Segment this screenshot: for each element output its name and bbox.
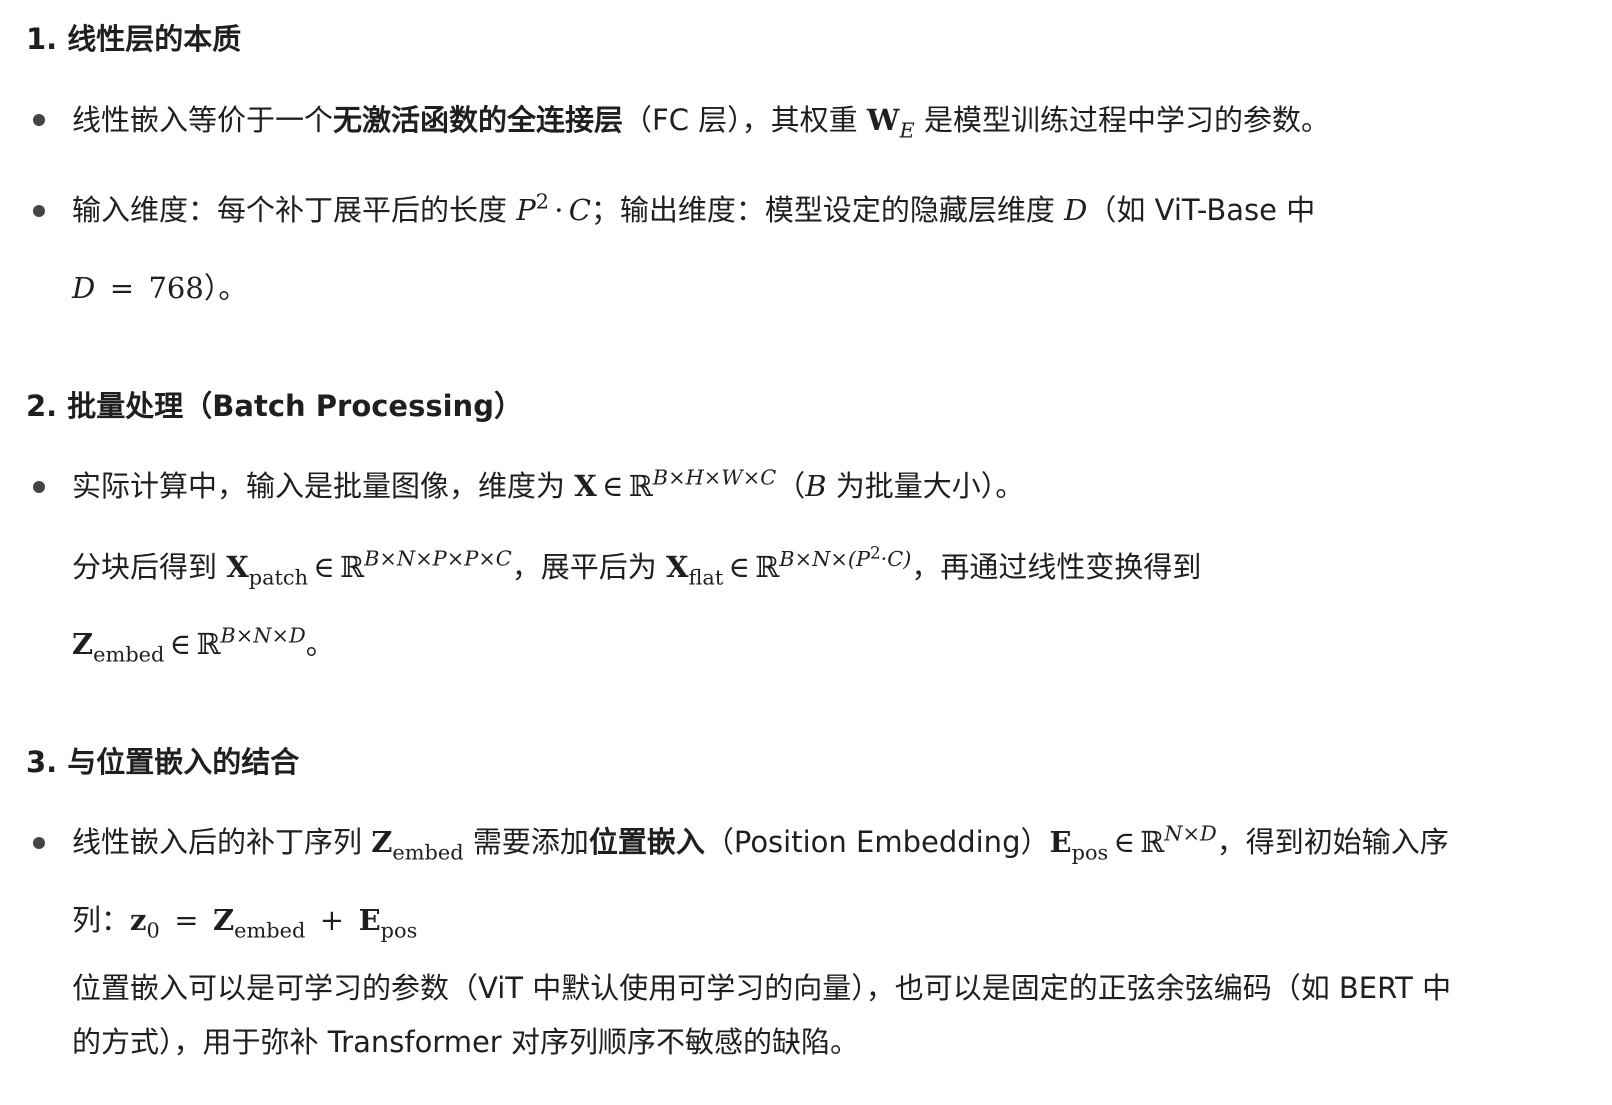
text: （FC 层），其权重 (623, 103, 867, 137)
section-2-heading: 2. 批量处理（Batch Processing） (26, 389, 523, 423)
math-batch-input: X ∈ ℝB×H×W×C (574, 465, 777, 503)
math-weight: WE (866, 103, 915, 143)
math-e-pos: Epos ∈ ℝN×D (1049, 821, 1217, 865)
section-1-bullet-2: 输入维度：每个补丁展平后的长度 P2 · C；输出维度：模型设定的隐藏层维度 D（如… (72, 189, 1316, 227)
math-input-dim: P2 · C (516, 189, 591, 227)
math-x-flat: Xflat ∈ ℝB×N×(P2·C) (665, 542, 912, 590)
section-2-bullet-1: 实际计算中，输入是批量图像，维度为 X ∈ ℝB×H×W×C（B 为批量大小）。 (72, 465, 1025, 503)
text: （如 ViT-Base 中 (1087, 193, 1316, 227)
section-3-bullet-1-cont: 列：z0 = Zembed + Epos (72, 903, 418, 943)
text: ，展平后为 (511, 549, 666, 584)
text: 为批量大小）。 (826, 469, 1025, 503)
section-1-heading: 1. 线性层的本质 (26, 22, 242, 56)
section-3-heading: 3. 与位置嵌入的结合 (26, 745, 300, 779)
bold-text: 无激活函数的全连接层 (333, 103, 624, 137)
math-d-value: D = 768 (72, 271, 204, 305)
text: ）。 (203, 271, 248, 305)
math-z-embed: Zembed ∈ ℝB×N×D (72, 623, 306, 667)
bullet-dot (33, 114, 45, 126)
text: 列： (72, 903, 131, 937)
math-z0-equation: z0 = Zembed + Epos (130, 903, 418, 943)
section-3-bullet-1: 线性嵌入后的补丁序列 Zembed 需要添加位置嵌入（Position Embe… (72, 821, 1449, 865)
text: 输入维度：每个补丁展平后的长度 (72, 193, 517, 227)
text: 。 (305, 627, 335, 661)
section-2-para-2: Zembed ∈ ℝB×N×D。 (72, 623, 335, 667)
text: （ (776, 469, 806, 503)
math-z-embed: Zembed (371, 825, 464, 865)
math-x-patch: Xpatch ∈ ℝB×N×P×P×C (226, 546, 512, 590)
section-3-para-1: 位置嵌入可以是可学习的参数（ViT 中默认使用可学习的向量），也可以是固定的正弦… (72, 971, 1452, 1005)
text: 线性嵌入后的补丁序列 (72, 825, 372, 859)
text: 线性嵌入等价于一个 (72, 103, 334, 137)
text: ，得到初始输入序 (1216, 825, 1449, 859)
text: 需要添加 (463, 825, 589, 859)
math-b: B (805, 469, 827, 503)
math-hidden-dim: D (1064, 193, 1088, 227)
section-1-bullet-1: 线性嵌入等价于一个无激活函数的全连接层（FC 层），其权重 WE 是模型训练过程… (72, 103, 1330, 143)
section-3-para-2: 的方式），用于弥补 Transformer 对序列顺序不敏感的缺陷。 (72, 1025, 859, 1059)
section-2-para-1: 分块后得到 Xpatch ∈ ℝB×N×P×P×C，展平后为 Xflat ∈ ℝB×N×… (72, 542, 1202, 590)
text: 分块后得到 (72, 549, 227, 584)
bold-text: 位置嵌入 (588, 825, 705, 859)
bullet-dot (33, 481, 45, 493)
bullet-dot (33, 837, 45, 849)
section-1-bullet-2-cont: D = 768）。 (72, 274, 247, 303)
text: ；输出维度：模型设定的隐藏层维度 (590, 193, 1065, 227)
bullet-dot (33, 205, 45, 217)
text: （Position Embedding） (704, 825, 1050, 859)
document-page: 1. 线性层的本质 线性嵌入等价于一个无激活函数的全连接层（FC 层），其权重 … (0, 0, 1612, 1105)
text: ，再通过线性变换得到 (911, 549, 1202, 584)
text: 是模型训练过程中学习的参数。 (914, 103, 1330, 137)
text: 实际计算中，输入是批量图像，维度为 (72, 469, 575, 503)
